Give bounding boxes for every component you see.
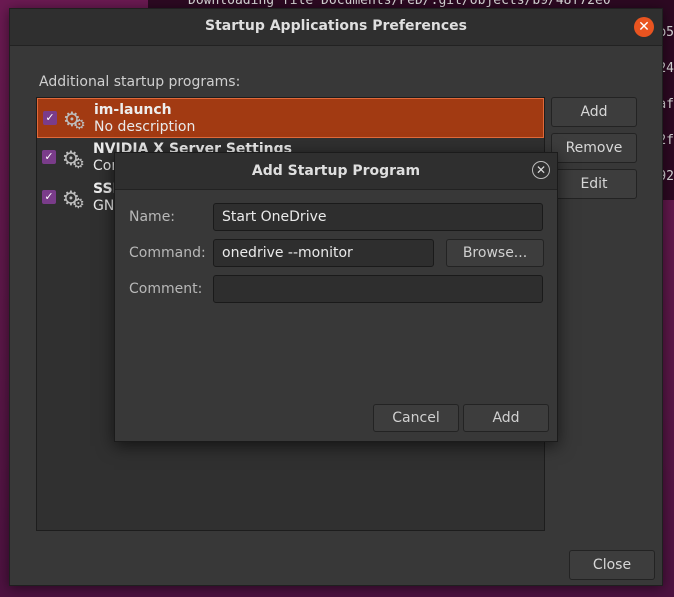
name-label: Name: bbox=[129, 209, 176, 225]
checkbox-icon[interactable]: ✓ bbox=[42, 150, 56, 164]
window-close-icon[interactable]: ✕ bbox=[634, 17, 654, 37]
programs-section-label: Additional startup programs: bbox=[39, 74, 241, 90]
name-input[interactable]: Start OneDrive bbox=[213, 203, 543, 231]
window-titlebar: Startup Applications Preferences ✕ bbox=[10, 9, 662, 46]
gears-icon: ⚙ ⚙ bbox=[62, 146, 85, 172]
comment-input[interactable] bbox=[213, 275, 543, 303]
checkbox-icon[interactable]: ✓ bbox=[43, 111, 57, 125]
program-row-im-launch[interactable]: ✓ ⚙ ⚙ im-launch No description bbox=[37, 98, 544, 138]
terminal-line: Downloading file Documents/PeD/.git/obje… bbox=[188, 0, 611, 8]
command-input[interactable]: onedrive --monitor bbox=[213, 239, 434, 267]
edit-program-button[interactable]: Edit bbox=[551, 169, 637, 199]
close-button[interactable]: Close bbox=[569, 550, 655, 580]
add-program-button[interactable]: Add bbox=[551, 97, 637, 127]
program-description: GN bbox=[93, 198, 115, 214]
add-startup-program-dialog: Add Startup Program ✕ Name: Start OneDri… bbox=[114, 152, 558, 442]
dialog-close-icon[interactable]: ✕ bbox=[532, 161, 550, 179]
browse-button[interactable]: Browse... bbox=[446, 239, 544, 267]
remove-program-button[interactable]: Remove bbox=[551, 133, 637, 163]
dialog-titlebar: Add Startup Program ✕ bbox=[115, 153, 557, 190]
comment-label: Comment: bbox=[129, 281, 203, 297]
gears-icon: ⚙ ⚙ bbox=[62, 186, 85, 212]
dialog-add-button[interactable]: Add bbox=[463, 404, 549, 432]
window-title: Startup Applications Preferences bbox=[205, 18, 467, 34]
cancel-button[interactable]: Cancel bbox=[373, 404, 459, 432]
program-description: No description bbox=[94, 119, 196, 135]
gears-icon: ⚙ ⚙ bbox=[63, 107, 86, 133]
checkbox-icon[interactable]: ✓ bbox=[42, 190, 56, 204]
command-label: Command: bbox=[129, 245, 206, 261]
program-name: im-launch bbox=[94, 102, 172, 118]
dialog-title: Add Startup Program bbox=[251, 163, 421, 179]
